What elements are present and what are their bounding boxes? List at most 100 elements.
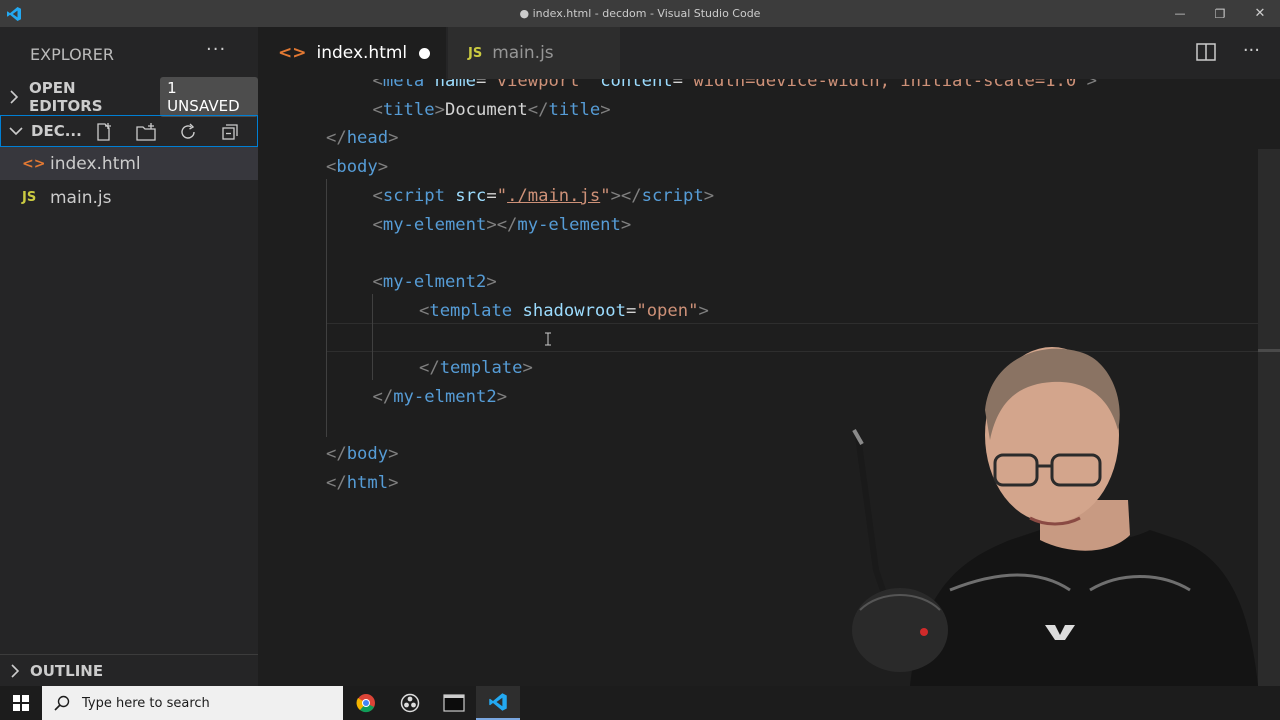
file-item-main-js[interactable]: JS main.js: [0, 181, 258, 214]
code-token: ": [600, 185, 611, 206]
more-actions-icon[interactable]: ···: [1243, 41, 1260, 67]
code-token: </: [326, 472, 347, 493]
chevron-down-icon: [1, 115, 31, 147]
chrome-icon[interactable]: [344, 686, 388, 720]
code-token: </: [527, 99, 549, 120]
code-token: >: [496, 386, 508, 407]
code-token: <: [372, 271, 383, 292]
obs-icon[interactable]: [388, 686, 432, 720]
split-editor-icon[interactable]: [1195, 41, 1217, 67]
more-actions-icon[interactable]: ···: [206, 39, 226, 60]
code-token: <: [372, 99, 383, 120]
outline-section[interactable]: OUTLINE: [0, 654, 258, 686]
code-line[interactable]: <script src="./main.js"></script>: [373, 182, 715, 211]
code-line[interactable]: </my-elment2>: [373, 383, 508, 412]
code-token: name: [434, 79, 477, 91]
code-token: <: [372, 185, 383, 206]
taskbar-search-box[interactable]: Type here to search: [42, 686, 343, 720]
code-line[interactable]: </head>: [326, 124, 398, 153]
file-item-index-html[interactable]: <> index.html: [0, 147, 258, 180]
explorer-title: EXPLORER: [30, 45, 114, 64]
code-line[interactable]: <my-elment2>: [373, 268, 497, 297]
open-editors-section[interactable]: OPEN EDITORS 1 UNSAVED: [0, 77, 258, 117]
code-token: "viewport": [486, 79, 601, 91]
code-token: my-elment2: [382, 271, 487, 292]
code-token: ./main.js: [507, 185, 601, 206]
code-token: </: [419, 358, 440, 378]
code-token: ></: [486, 214, 518, 235]
file-name: main.js: [50, 187, 112, 208]
tab-index-html[interactable]: <> index.html: [258, 27, 446, 79]
code-token: "width=device-width, initial-scale=1.0": [683, 79, 1087, 91]
refresh-icon[interactable]: [167, 120, 209, 144]
code-token: ></: [610, 185, 642, 206]
code-token: body: [336, 157, 378, 178]
code-line[interactable]: </template>: [419, 354, 533, 383]
code-line[interactable]: <title>Document</title>: [373, 96, 611, 125]
open-editors-label: OPEN EDITORS: [28, 79, 103, 115]
windows-start-icon[interactable]: [0, 686, 42, 720]
code-token: >: [388, 128, 399, 149]
code-token: >: [377, 157, 389, 178]
code-token: >: [434, 99, 445, 120]
explorer-header: EXPLORER ···: [0, 27, 258, 79]
window-title: ● index.html - decdom - Visual Studio Co…: [519, 7, 761, 20]
code-line[interactable]: </body>: [326, 440, 398, 469]
unsaved-dot-icon[interactable]: [419, 47, 431, 59]
outline-label: OUTLINE: [30, 661, 104, 680]
restore-button[interactable]: ❐: [1200, 0, 1240, 27]
code-line[interactable]: <meta name="viewport" content="width=dev…: [373, 79, 1097, 96]
tab-main-js[interactable]: JS main.js: [448, 27, 620, 79]
code-token: <: [372, 214, 383, 235]
code-token: </: [372, 386, 394, 407]
vscode-icon[interactable]: [476, 686, 520, 720]
code-token: >: [388, 472, 399, 493]
code-token: <: [419, 300, 430, 321]
code-token: meta: [382, 79, 435, 91]
tab-label: main.js: [492, 43, 554, 63]
code-token: my-element: [517, 214, 621, 235]
code-token: Document: [444, 99, 528, 120]
code-token: head: [346, 128, 389, 149]
file-name: index.html: [50, 153, 141, 174]
code-token: >: [698, 300, 709, 321]
js-file-icon: JS: [22, 190, 37, 205]
code-token: template: [439, 358, 523, 378]
code-line[interactable]: <template shadowroot="open">: [419, 297, 709, 326]
close-button[interactable]: ✕: [1240, 0, 1280, 27]
code-token: >: [620, 214, 632, 235]
code-token: =: [486, 185, 497, 206]
new-folder-icon[interactable]: [125, 120, 167, 144]
code-token: >: [703, 185, 715, 206]
minimize-button[interactable]: —: [1160, 0, 1200, 27]
html-file-icon: <>: [22, 155, 46, 172]
collapse-all-icon[interactable]: [209, 120, 251, 144]
code-token: content: [600, 79, 673, 91]
code-token: template: [429, 300, 523, 321]
code-token: =: [672, 79, 683, 91]
new-file-icon[interactable]: [83, 120, 125, 144]
code-token: >: [522, 358, 533, 378]
code-token: title: [382, 99, 435, 120]
folder-section-decdom[interactable]: DEC...: [0, 115, 258, 147]
editor-tab-bar: <> index.html JS main.js ···: [258, 27, 1280, 79]
vertical-scrollbar[interactable]: [1258, 149, 1280, 686]
terminal-icon[interactable]: [432, 686, 476, 720]
title-bar: ● index.html - decdom - Visual Studio Co…: [0, 0, 1280, 27]
code-token: shadowroot: [522, 300, 626, 321]
code-token: my-element: [382, 214, 487, 235]
code-line[interactable]: <my-element></my-element>: [373, 211, 632, 240]
code-line[interactable]: <body>: [326, 153, 388, 182]
code-token: </: [326, 128, 347, 149]
code-token: html: [346, 472, 389, 493]
windows-taskbar: Type here to search: [0, 686, 1280, 720]
js-file-icon: JS: [468, 45, 483, 61]
code-token: >: [1086, 79, 1097, 91]
folder-label: DEC...: [31, 122, 82, 140]
code-token: script: [641, 185, 704, 206]
code-line[interactable]: </html>: [326, 469, 398, 498]
code-token: <: [372, 79, 383, 91]
code-token: </: [326, 444, 347, 465]
search-placeholder: Type here to search: [82, 695, 210, 711]
text-cursor-icon: [545, 332, 551, 346]
